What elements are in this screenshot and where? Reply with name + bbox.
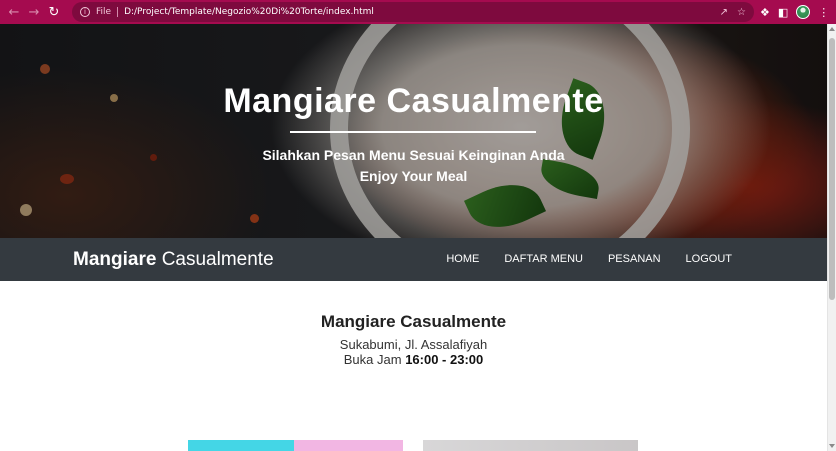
profile-avatar[interactable] (796, 5, 811, 19)
hero-banner: Mangiare Casualmente Silahkan Pesan Menu… (0, 24, 827, 238)
reload-icon[interactable]: ↻ (44, 2, 64, 22)
menu-card-image[interactable] (294, 440, 403, 451)
hero-title: Mangiare Casualmente (223, 82, 604, 120)
main-navbar: Mangiare Casualmente HOME DAFTAR MENU PE… (0, 238, 827, 281)
brand-bold-text: Mangiare (73, 249, 157, 270)
nav-links: HOME DAFTAR MENU PESANAN LOGOUT (446, 253, 732, 265)
hero-divider (290, 131, 536, 133)
share-icon[interactable]: ↗ (720, 7, 728, 18)
address-divider (117, 7, 119, 17)
page-scrollbar[interactable] (827, 24, 836, 451)
nav-link-logout[interactable]: LOGOUT (686, 253, 732, 265)
shop-address: Sukabumi, Jl. Assalafiyah (339, 337, 488, 352)
nav-link-pesanan[interactable]: PESANAN (608, 253, 661, 265)
info-icon[interactable]: i (80, 7, 90, 17)
extensions-puzzle-icon[interactable]: ❖ (760, 6, 770, 19)
side-panel-icon[interactable]: ◧ (778, 6, 788, 19)
nav-link-home[interactable]: HOME (446, 253, 479, 265)
back-arrow-icon[interactable]: ← (4, 2, 24, 22)
nav-link-daftar-menu[interactable]: DAFTAR MENU (504, 253, 583, 265)
scroll-down-arrow-icon[interactable] (829, 444, 835, 448)
scrollbar-thumb[interactable] (829, 38, 835, 300)
scroll-up-arrow-icon[interactable] (829, 27, 835, 31)
hours-label: Buka Jam (343, 352, 402, 367)
forward-arrow-icon[interactable]: → (24, 2, 44, 22)
browser-menu-icon[interactable]: ⋮ (818, 6, 829, 19)
navbar-brand[interactable]: Mangiare Casualmente (73, 249, 274, 271)
hero-tagline: Enjoy Your Meal (359, 168, 468, 184)
bookmark-star-icon[interactable]: ☆ (737, 7, 746, 18)
browser-toolbar: ← → ↻ i File D:/Project/Template/Negozio… (0, 0, 836, 24)
shop-hours: Buka Jam 16:00 - 23:00 (0, 352, 827, 367)
file-scheme-label: File (96, 7, 112, 17)
address-bar[interactable]: i File D:/Project/Template/Negozio%20Di%… (72, 2, 754, 22)
menu-card-image[interactable] (188, 440, 294, 451)
brand-light-text: Casualmente (161, 249, 274, 270)
main-content: Mangiare Casualmente Sukabumi, Jl. Assal… (0, 281, 827, 451)
url-text[interactable]: D:/Project/Template/Negozio%20Di%20Torte… (124, 7, 374, 17)
shop-name-heading: Mangiare Casualmente (320, 312, 507, 331)
menu-card-image[interactable] (423, 440, 638, 451)
hours-value: 16:00 - 23:00 (405, 352, 484, 367)
hero-content: Mangiare Casualmente Silahkan Pesan Menu… (0, 24, 827, 238)
hero-subtitle: Silahkan Pesan Menu Sesuai Keinginan And… (262, 147, 565, 163)
